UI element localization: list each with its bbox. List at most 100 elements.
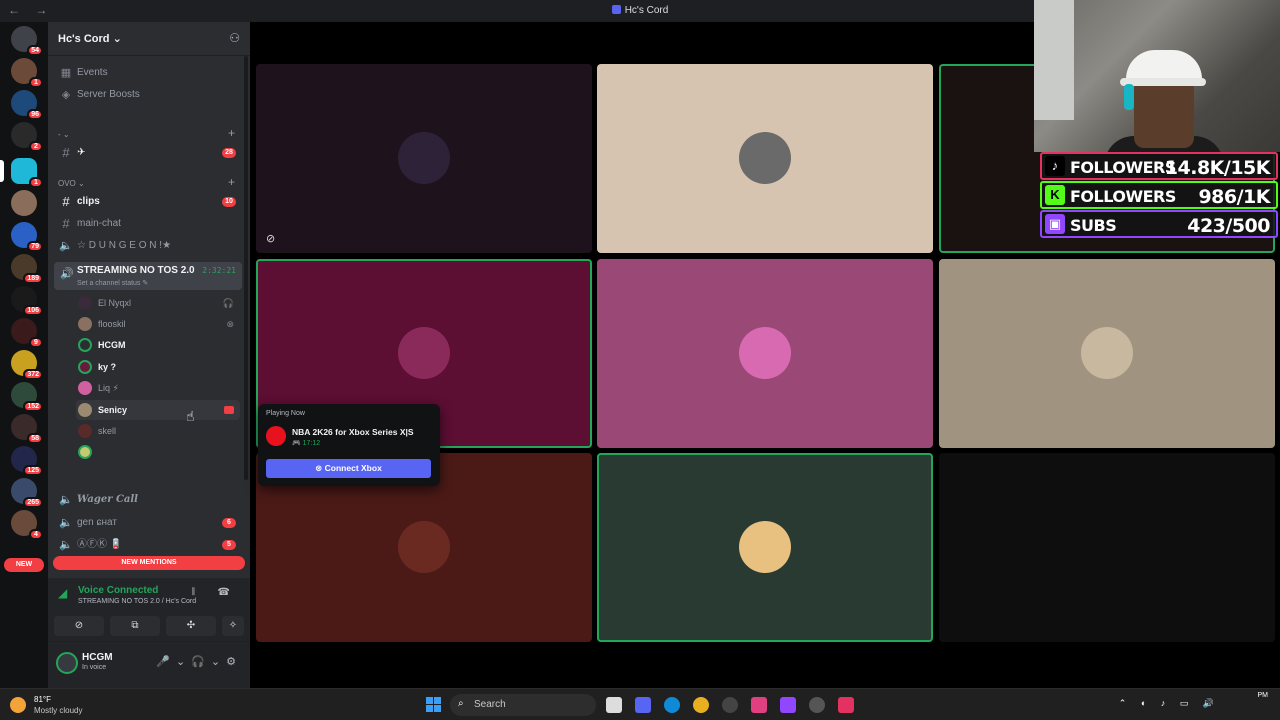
- voice-channel-active[interactable]: 🔊 STREAMING NO TOS 2.0 Set a channel sta…: [54, 262, 242, 290]
- server-boosts-item[interactable]: ◈ Server Boosts: [54, 85, 242, 105]
- voice-user[interactable]: skell: [76, 421, 240, 441]
- tiktok-app-icon[interactable]: [838, 697, 854, 713]
- server-icon[interactable]: 189: [11, 254, 43, 284]
- clock[interactable]: PM: [1258, 692, 1269, 699]
- server-icon[interactable]: 265: [11, 478, 43, 508]
- avatar: [739, 327, 791, 379]
- events-item[interactable]: ▦ Events: [54, 63, 242, 83]
- connect-xbox-button[interactable]: ⊗ Connect Xbox: [266, 459, 431, 478]
- voice-panel-actions[interactable]: 𝄃 ☎: [193, 587, 240, 598]
- voice-user[interactable]: flooskil ⊗: [76, 314, 240, 334]
- invite-people-icon[interactable]: ⚇: [229, 31, 240, 45]
- temperature: 81°F: [34, 695, 51, 704]
- activities-button[interactable]: ✣: [166, 616, 216, 636]
- add-channel-icon[interactable]: +: [228, 126, 235, 140]
- voice-channel-wager[interactable]: 🔈 Wager Call: [54, 490, 242, 510]
- chrome-icon[interactable]: [693, 697, 709, 713]
- voice-user[interactable]: El Nyqxl 🎧: [76, 293, 240, 313]
- new-mentions-button[interactable]: NEW MENTIONS: [53, 556, 245, 570]
- category-header[interactable]: - ⌄: [58, 130, 70, 139]
- server-icon[interactable]: 106: [11, 286, 43, 316]
- twitch-app-icon[interactable]: [780, 697, 796, 713]
- media-player-icon[interactable]: [722, 697, 738, 713]
- avatar[interactable]: [56, 652, 78, 674]
- goal-label: FOLLOWERS: [1070, 187, 1176, 206]
- server-icon[interactable]: 96: [11, 90, 43, 120]
- home-button[interactable]: 54: [11, 26, 43, 56]
- video-tile[interactable]: [597, 259, 933, 448]
- xbox-icon: ⊗: [226, 319, 234, 329]
- user-name[interactable]: HCGM: [82, 652, 113, 663]
- channel-item-main-chat[interactable]: # main-chat: [54, 214, 242, 234]
- server-badge: 265: [23, 497, 43, 508]
- search-placeholder: Search: [474, 699, 506, 710]
- voice-status-title[interactable]: Voice Connected: [78, 585, 158, 596]
- slack-icon[interactable]: [751, 697, 767, 713]
- edge-icon[interactable]: [664, 697, 680, 713]
- video-tile[interactable]: [939, 259, 1275, 448]
- server-icon[interactable]: 4: [11, 510, 43, 540]
- server-icon[interactable]: 9: [11, 318, 43, 348]
- server-icon[interactable]: 125: [11, 446, 43, 476]
- voice-user-name: ky ?: [98, 362, 117, 372]
- new-badge[interactable]: NEW: [4, 558, 44, 572]
- server-icon[interactable]: 58: [11, 414, 43, 444]
- channel-item[interactable]: # ✈ 28: [54, 143, 242, 163]
- camera-off-button[interactable]: ⊘: [54, 616, 104, 636]
- video-tile[interactable]: ⊘: [256, 64, 592, 253]
- webcam-headset: [1124, 84, 1134, 110]
- video-tile-speaking[interactable]: [597, 453, 933, 642]
- video-tile[interactable]: [597, 64, 933, 253]
- soundboard-button[interactable]: ✧: [222, 616, 244, 636]
- avatar: [78, 317, 92, 331]
- video-tile[interactable]: [939, 453, 1275, 642]
- muted-icon: ⊘: [266, 233, 276, 245]
- hash-icon: #: [62, 216, 70, 231]
- server-icon[interactable]: [11, 190, 37, 216]
- server-badge: 4: [29, 529, 43, 540]
- voice-user[interactable]: [76, 442, 240, 462]
- voice-channel-name: STREAMING NO TOS 2.0: [77, 265, 195, 276]
- signal-icon[interactable]: ◢: [58, 586, 67, 600]
- game-icon: [266, 426, 286, 446]
- guild-header[interactable]: Hc's Cord ⌄ ⚇: [48, 22, 250, 56]
- server-badge: 125: [23, 465, 43, 476]
- voice-user-hovered[interactable]: Senicy: [76, 400, 240, 420]
- voice-user[interactable]: Liq ⚡: [76, 378, 240, 398]
- channel-item-clips[interactable]: # clips 10: [54, 192, 242, 212]
- voice-user[interactable]: ky ?: [76, 357, 240, 377]
- twitch-icon: ▣: [1045, 214, 1065, 234]
- server-icon[interactable]: 79: [11, 222, 43, 252]
- server-badge: 2: [29, 141, 43, 152]
- screen-share-button[interactable]: ⧉: [110, 616, 160, 636]
- taskbar-search[interactable]: ⌕ Search: [450, 694, 596, 716]
- server-icon[interactable]: 152: [11, 382, 43, 412]
- voice-user[interactable]: HCGM: [76, 335, 240, 355]
- voice-channel-afk[interactable]: 🔈 ⒶⒻⓀ 🪫 5: [54, 535, 242, 555]
- voice-channel-gen-chat[interactable]: 🔈 gen ɕнат 6: [54, 513, 242, 533]
- server-icon-active[interactable]: 1: [0, 158, 43, 188]
- user-controls[interactable]: 🎤⌄🎧⌄⚙: [156, 655, 242, 668]
- discord-taskbar-icon[interactable]: [635, 697, 651, 713]
- start-button[interactable]: [426, 697, 442, 713]
- avatar: [78, 403, 92, 417]
- server-icon[interactable]: 372: [11, 350, 43, 380]
- avatar: [78, 296, 92, 310]
- channel-status[interactable]: Set a channel status ✎: [77, 279, 148, 287]
- game-title: NBA 2K26 for Xbox Series X|S: [292, 427, 414, 437]
- voice-status-subtitle[interactable]: STREAMING NO TOS 2.0 / Hc's Cord: [78, 598, 196, 605]
- system-tray[interactable]: ⌃ ◐ ♪ ▭ 🔊: [1119, 698, 1220, 709]
- channel-label: clips: [77, 196, 100, 207]
- add-channel-icon[interactable]: +: [228, 175, 235, 189]
- category-ovo[interactable]: OVO ⌄: [58, 179, 85, 188]
- voice-channel-dungeon[interactable]: 🔈 ☆ D U N G E O N !★: [54, 236, 242, 256]
- server-icon[interactable]: 2: [11, 122, 43, 152]
- server-icon[interactable]: 1: [11, 58, 43, 88]
- file-explorer-icon[interactable]: [606, 697, 622, 713]
- sidebar-scrollbar[interactable]: [244, 56, 248, 480]
- avatar: [398, 327, 450, 379]
- server-rail: 54 1 96 2 1 79 189 106 9 372 152 58 125 …: [0, 22, 48, 688]
- webcam-window-bg: [1034, 0, 1074, 120]
- obs-icon[interactable]: [809, 697, 825, 713]
- goal-label: SUBS: [1070, 216, 1117, 235]
